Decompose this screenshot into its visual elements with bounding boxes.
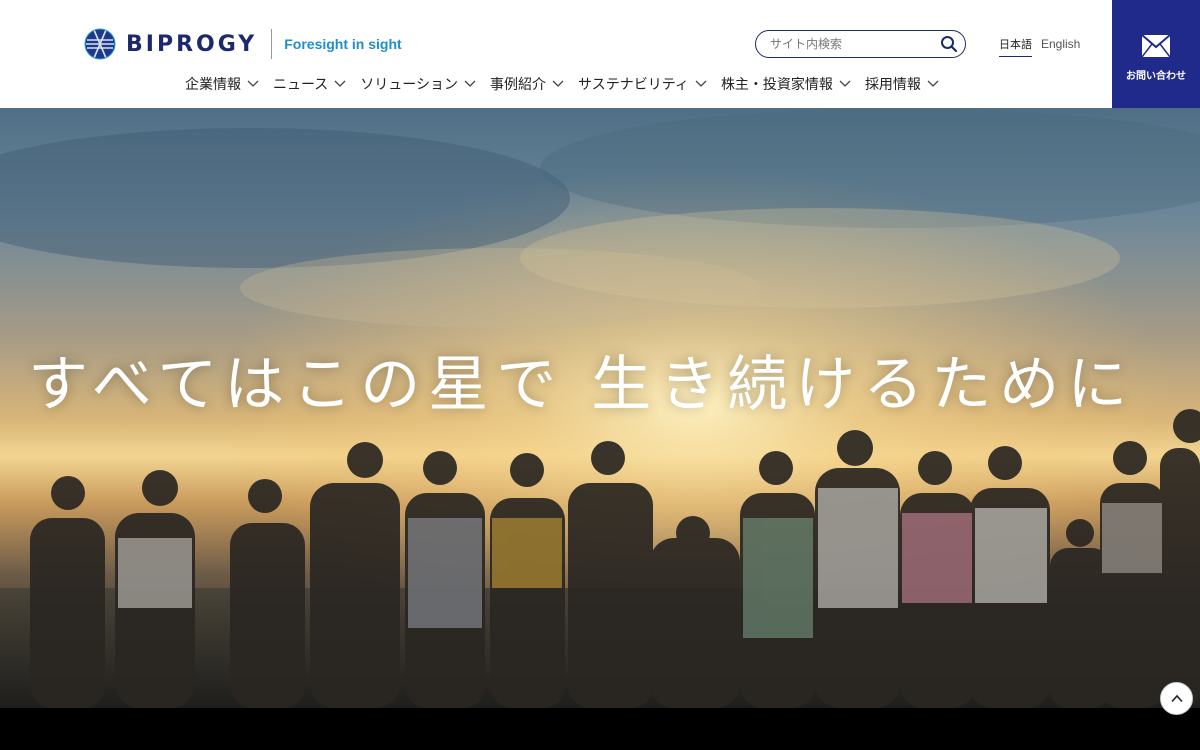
chevron-up-icon — [1171, 694, 1183, 703]
brand-tagline: Foresight in sight — [284, 36, 402, 52]
contact-button[interactable]: お問い合わせ — [1112, 0, 1200, 108]
nav-item-company[interactable]: 企業情報 — [185, 74, 259, 94]
chevron-down-icon — [695, 80, 707, 87]
logo[interactable]: BIPROGY Foresight in sight — [84, 28, 402, 60]
chevron-down-icon — [334, 80, 346, 87]
nav-item-label: 事例紹介 — [490, 77, 547, 93]
bottom-band — [0, 708, 1200, 750]
chevron-down-icon — [464, 80, 476, 87]
nav-item-recruit[interactable]: 採用情報 — [865, 74, 939, 94]
brand-name: BIPROGY — [126, 31, 258, 57]
chevron-down-icon — [552, 80, 564, 87]
biprogy-logo-icon — [84, 28, 116, 60]
back-to-top-button[interactable] — [1160, 682, 1193, 715]
nav-item-investors[interactable]: 株主・投資家情報 — [721, 74, 851, 94]
hero-headline: すべてはこの星で 生き続けるために — [28, 350, 1136, 420]
nav-item-label: サステナビリティ — [578, 77, 689, 93]
site-header: BIPROGY Foresight in sight 日本語 English 企… — [0, 0, 1112, 108]
site-search — [755, 30, 966, 58]
chevron-down-icon — [247, 80, 259, 87]
lang-english[interactable]: English — [1041, 37, 1080, 51]
nav-item-news[interactable]: ニュース — [273, 74, 346, 94]
chevron-down-icon — [927, 80, 939, 87]
lang-japanese[interactable]: 日本語 — [999, 36, 1032, 57]
nav-item-label: ニュース — [273, 77, 329, 93]
mail-icon — [1141, 34, 1171, 58]
search-input[interactable] — [770, 35, 930, 53]
nav-item-label: 企業情報 — [185, 77, 241, 93]
chevron-down-icon — [839, 80, 851, 87]
nav-item-solutions[interactable]: ソリューション — [360, 74, 476, 94]
hero-section: すべてはこの星で 生き続けるために — [0, 108, 1200, 708]
nav-item-cases[interactable]: 事例紹介 — [490, 74, 564, 94]
nav-item-label: 採用情報 — [864, 77, 921, 93]
nav-item-label: 株主・投資家情報 — [720, 77, 833, 93]
nav-item-sustainability[interactable]: サステナビリティ — [578, 74, 707, 94]
global-nav: 企業情報 ニュース ソリューション 事例紹介 サステナビリティ 株主・投資家情報… — [185, 74, 953, 94]
search-icon[interactable] — [939, 34, 959, 54]
logo-divider — [271, 29, 273, 59]
nav-item-label: ソリューション — [360, 77, 459, 93]
contact-label: お問い合わせ — [1126, 71, 1186, 82]
